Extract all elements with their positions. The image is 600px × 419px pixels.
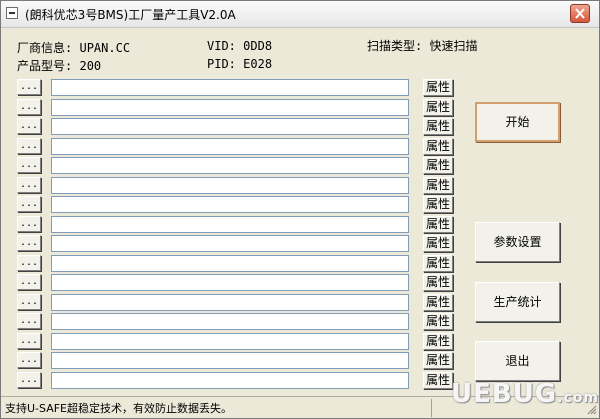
port-status-field[interactable] bbox=[51, 196, 409, 213]
browse-button[interactable]: ... bbox=[17, 196, 41, 212]
close-icon bbox=[575, 8, 585, 19]
browse-button[interactable]: ... bbox=[17, 215, 41, 232]
exit-button[interactable]: 退出 bbox=[475, 341, 560, 381]
property-button[interactable]: 属性 bbox=[423, 235, 453, 252]
product-info: 产品型号: 200 bbox=[17, 57, 101, 74]
vendor-value: UPAN.CC bbox=[79, 41, 131, 55]
port-row: ... 属性 bbox=[17, 137, 455, 156]
property-button[interactable]: 属性 bbox=[423, 371, 453, 389]
pid-value: E028 bbox=[243, 57, 273, 71]
browse-button[interactable]: ... bbox=[17, 79, 41, 95]
property-button[interactable]: 属性 bbox=[423, 98, 453, 116]
property-button[interactable]: 属性 bbox=[423, 79, 453, 96]
pid-label: PID: bbox=[207, 57, 236, 71]
product-value: 200 bbox=[79, 59, 102, 73]
port-status-field[interactable] bbox=[51, 215, 409, 233]
title-bar: (朗科优芯3号BMS)工厂量产工具V2.0A bbox=[1, 1, 599, 28]
status-divider bbox=[431, 399, 432, 417]
scan-type-label: 扫描类型: bbox=[367, 39, 423, 53]
watermark-suffix: .com bbox=[557, 390, 599, 406]
watermark-logo: UEBUG.com bbox=[451, 379, 599, 418]
port-status-field[interactable] bbox=[51, 293, 409, 311]
browse-button[interactable]: ... bbox=[17, 98, 41, 115]
browse-button[interactable]: ... bbox=[17, 352, 41, 368]
settings-button[interactable]: 参数设置 bbox=[475, 222, 560, 262]
port-status-field[interactable] bbox=[51, 137, 409, 155]
port-row: ... 属性 bbox=[17, 176, 455, 195]
port-row: ... 属性 bbox=[17, 274, 455, 292]
start-button[interactable]: 开始 bbox=[475, 102, 560, 142]
property-button[interactable]: 属性 bbox=[423, 137, 453, 155]
property-button[interactable]: 属性 bbox=[423, 196, 453, 213]
port-status-field[interactable] bbox=[51, 118, 409, 135]
property-button[interactable]: 属性 bbox=[423, 157, 453, 174]
browse-button[interactable]: ... bbox=[17, 176, 41, 193]
browse-button[interactable]: ... bbox=[17, 293, 41, 310]
scan-type-info: 扫描类型: 快速扫描 bbox=[367, 37, 477, 54]
window-title: (朗科优芯3号BMS)工厂量产工具V2.0A bbox=[25, 8, 236, 22]
port-row: ... 属性 bbox=[17, 332, 455, 351]
property-button[interactable]: 属性 bbox=[423, 215, 453, 233]
port-status-field[interactable] bbox=[51, 98, 409, 116]
property-button[interactable]: 属性 bbox=[423, 313, 453, 330]
port-row: ... 属性 bbox=[17, 293, 455, 312]
port-status-field[interactable] bbox=[51, 235, 409, 252]
port-row: ... 属性 bbox=[17, 157, 455, 175]
port-row: ... 属性 bbox=[17, 196, 455, 214]
port-row: ... 属性 bbox=[17, 371, 455, 390]
browse-button[interactable]: ... bbox=[17, 254, 41, 271]
browse-button[interactable]: ... bbox=[17, 371, 41, 388]
port-status-field[interactable] bbox=[51, 313, 409, 330]
port-status-field[interactable] bbox=[51, 371, 409, 389]
property-button[interactable]: 属性 bbox=[423, 274, 453, 291]
vid-value: 0DD8 bbox=[243, 39, 273, 53]
port-status-field[interactable] bbox=[51, 352, 409, 369]
port-row: ... 属性 bbox=[17, 118, 455, 136]
browse-button[interactable]: ... bbox=[17, 137, 41, 154]
port-row: ... 属性 bbox=[17, 98, 455, 117]
property-button[interactable]: 属性 bbox=[423, 118, 453, 135]
port-status-field[interactable] bbox=[51, 332, 409, 350]
port-status-field[interactable] bbox=[51, 157, 409, 174]
browse-button[interactable]: ... bbox=[17, 118, 41, 134]
status-text: 支持U-SAFE超稳定技术，有效防止数据丢失。 bbox=[5, 402, 233, 415]
port-status-field[interactable] bbox=[51, 274, 409, 291]
port-status-field[interactable] bbox=[51, 79, 409, 96]
vendor-info: 厂商信息: UPAN.CC bbox=[17, 39, 130, 56]
port-row: ... 属性 bbox=[17, 254, 455, 273]
browse-button[interactable]: ... bbox=[17, 313, 41, 329]
browse-button[interactable]: ... bbox=[17, 157, 41, 173]
vid-label: VID: bbox=[207, 39, 236, 53]
property-button[interactable]: 属性 bbox=[423, 332, 453, 350]
system-menu-icon[interactable] bbox=[6, 7, 18, 19]
browse-button[interactable]: ... bbox=[17, 332, 41, 349]
vid-info: VID: 0DD8 bbox=[207, 39, 272, 53]
port-row: ... 属性 bbox=[17, 79, 455, 97]
stats-button[interactable]: 生产统计 bbox=[475, 282, 560, 322]
property-button[interactable]: 属性 bbox=[423, 254, 453, 272]
port-row: ... 属性 bbox=[17, 235, 455, 253]
port-row: ... 属性 bbox=[17, 215, 455, 234]
property-button[interactable]: 属性 bbox=[423, 293, 453, 311]
close-button[interactable] bbox=[570, 4, 590, 23]
product-label: 产品型号: bbox=[17, 59, 73, 73]
scan-type-value: 快速扫描 bbox=[429, 39, 478, 53]
port-status-field[interactable] bbox=[51, 254, 409, 272]
watermark-text: UEBUG bbox=[451, 379, 558, 409]
browse-button[interactable]: ... bbox=[17, 235, 41, 251]
port-row: ... 属性 bbox=[17, 352, 455, 370]
main-window: (朗科优芯3号BMS)工厂量产工具V2.0A 厂商信息: UPAN.CC 产品型… bbox=[0, 0, 600, 419]
port-row: ... 属性 bbox=[17, 313, 455, 331]
property-button[interactable]: 属性 bbox=[423, 352, 453, 369]
pid-info: PID: E028 bbox=[207, 57, 272, 71]
port-status-field[interactable] bbox=[51, 176, 409, 194]
browse-button[interactable]: ... bbox=[17, 274, 41, 290]
vendor-label: 厂商信息: bbox=[17, 41, 73, 55]
property-button[interactable]: 属性 bbox=[423, 176, 453, 194]
